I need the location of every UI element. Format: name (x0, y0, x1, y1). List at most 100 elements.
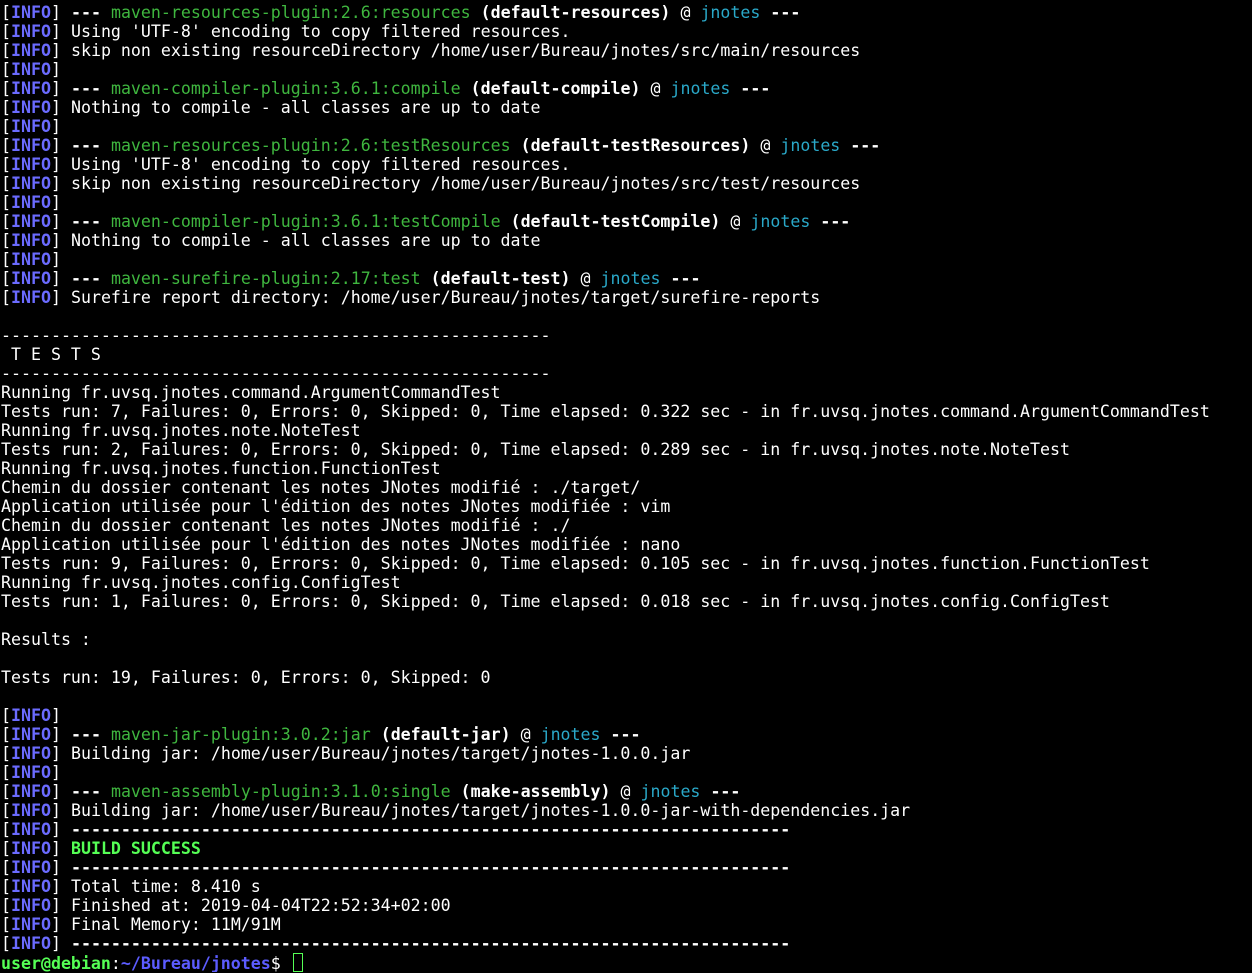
artifact-id: jnotes (600, 269, 661, 288)
log-bracket-close: ] (50, 744, 61, 763)
log-level-tag: INFO (11, 725, 51, 744)
prompt-user-host: user@debian (1, 954, 111, 972)
log-bracket-close: ] (50, 155, 61, 174)
shell-prompt-line[interactable]: user@debian:~/Bureau/jnotes$ (1, 953, 1252, 972)
at-sign: @ (650, 79, 661, 98)
log-line: [INFO] BUILD SUCCESS (1, 839, 1252, 858)
log-line: [INFO] Building jar: /home/user/Bureau/j… (1, 744, 1252, 763)
mojo-dashes: --- (670, 269, 701, 288)
log-bracket-open: [ (1, 231, 11, 250)
log-message: Nothing to compile - all classes are up … (70, 98, 541, 117)
log-level-tag: INFO (11, 269, 51, 288)
log-line: [INFO] ---------------------------------… (1, 858, 1252, 877)
log-line: Tests run: 9, Failures: 0, Errors: 0, Sk… (1, 554, 1252, 573)
log-level-tag: INFO (11, 155, 51, 174)
log-bracket-open: [ (1, 820, 11, 839)
log-message: Total time: 8.410 s (70, 877, 261, 896)
log-bracket-open: [ (1, 250, 11, 269)
log-bracket-close: ] (50, 41, 61, 60)
text-cursor[interactable] (292, 953, 303, 972)
log-level-tag: INFO (11, 193, 51, 212)
log-bracket-close: ] (50, 839, 61, 858)
at-sign: @ (730, 212, 741, 231)
log-bracket-open: [ (1, 896, 11, 915)
at-sign: @ (760, 136, 771, 155)
execution-id: (default-testResources) (520, 136, 751, 155)
mojo-dashes: --- (70, 782, 101, 801)
log-bracket-open: [ (1, 3, 11, 22)
log-bracket-close: ] (50, 915, 61, 934)
log-line: [INFO] skip non existing resourceDirecto… (1, 174, 1252, 193)
log-level-tag: INFO (11, 22, 51, 41)
log-level-tag: INFO (11, 174, 51, 193)
log-line: [INFO] Finished at: 2019-04-04T22:52:34+… (1, 896, 1252, 915)
log-line: Application utilisée pour l'édition des … (1, 497, 1252, 516)
log-level-tag: INFO (11, 60, 51, 79)
log-line: [INFO] Final Memory: 11M/91M (1, 915, 1252, 934)
at-sign: @ (680, 3, 691, 22)
log-line: [INFO] Nothing to compile - all classes … (1, 231, 1252, 250)
log-text: ----------------------------------------… (1, 326, 551, 345)
log-bracket-close: ] (50, 269, 61, 288)
log-message: Surefire report directory: /home/user/Bu… (70, 288, 821, 307)
log-bracket-close: ] (50, 288, 61, 307)
log-bracket-close: ] (50, 3, 61, 22)
log-line: [INFO] --- maven-compiler-plugin:3.6.1:c… (1, 79, 1252, 98)
log-bracket-open: [ (1, 79, 11, 98)
log-text: Tests run: 19, Failures: 0, Errors: 0, S… (1, 668, 491, 687)
log-message: Nothing to compile - all classes are up … (70, 231, 541, 250)
log-level-tag: INFO (11, 288, 51, 307)
log-bracket-close: ] (50, 193, 61, 212)
log-line: [INFO] (1, 706, 1252, 725)
log-level-tag: INFO (11, 782, 51, 801)
log-line: [INFO] Nothing to compile - all classes … (1, 98, 1252, 117)
log-bracket-open: [ (1, 98, 11, 117)
log-bracket-open: [ (1, 934, 11, 953)
log-bracket-open: [ (1, 117, 11, 136)
log-bracket-close: ] (50, 79, 61, 98)
log-text: Chemin du dossier contenant les notes JN… (1, 478, 641, 497)
log-bracket-open: [ (1, 763, 11, 782)
log-bracket-close: ] (50, 117, 61, 136)
prompt-symbol: $ (270, 954, 281, 972)
log-level-tag: INFO (11, 79, 51, 98)
execution-id: (default-jar) (380, 725, 511, 744)
log-line: ----------------------------------------… (1, 364, 1252, 383)
log-level-tag: INFO (11, 136, 51, 155)
plugin-name: maven-resources-plugin:2.6:resources (110, 3, 471, 22)
execution-id: (make-assembly) (460, 782, 611, 801)
log-line: [INFO] (1, 60, 1252, 79)
mojo-dashes: --- (70, 136, 101, 155)
log-bracket-close: ] (50, 763, 61, 782)
log-level-tag: INFO (11, 250, 51, 269)
artifact-id: jnotes (780, 136, 841, 155)
log-text: Application utilisée pour l'édition des … (1, 535, 681, 554)
artifact-id: jnotes (640, 782, 701, 801)
log-line: [INFO] Building jar: /home/user/Bureau/j… (1, 801, 1252, 820)
log-level-tag: INFO (11, 212, 51, 231)
at-sign: @ (620, 782, 631, 801)
log-line: [INFO] ---------------------------------… (1, 820, 1252, 839)
log-line: Running fr.uvsq.jnotes.command.ArgumentC… (1, 383, 1252, 402)
log-text: Running fr.uvsq.jnotes.config.ConfigTest (1, 573, 401, 592)
log-level-tag: INFO (11, 896, 51, 915)
log-line: Chemin du dossier contenant les notes JN… (1, 516, 1252, 535)
log-text: Tests run: 1, Failures: 0, Errors: 0, Sk… (1, 592, 1110, 611)
log-level-tag: INFO (11, 858, 51, 877)
execution-id: (default-compile) (470, 79, 641, 98)
log-level-tag: INFO (11, 41, 51, 60)
terminal-window[interactable]: [INFO] --- maven-resources-plugin:2.6:re… (0, 0, 1252, 973)
log-line: [INFO] Using 'UTF-8' encoding to copy fi… (1, 22, 1252, 41)
log-line: [INFO] Using 'UTF-8' encoding to copy fi… (1, 155, 1252, 174)
log-text: T E S T S (1, 345, 101, 364)
log-bracket-open: [ (1, 155, 11, 174)
mojo-dashes: --- (710, 782, 741, 801)
log-level-tag: INFO (11, 801, 51, 820)
mojo-dashes: --- (70, 79, 101, 98)
log-level-tag: INFO (11, 763, 51, 782)
artifact-id: jnotes (540, 725, 601, 744)
mojo-dashes: --- (610, 725, 641, 744)
log-bracket-open: [ (1, 801, 11, 820)
log-bracket-close: ] (50, 877, 61, 896)
